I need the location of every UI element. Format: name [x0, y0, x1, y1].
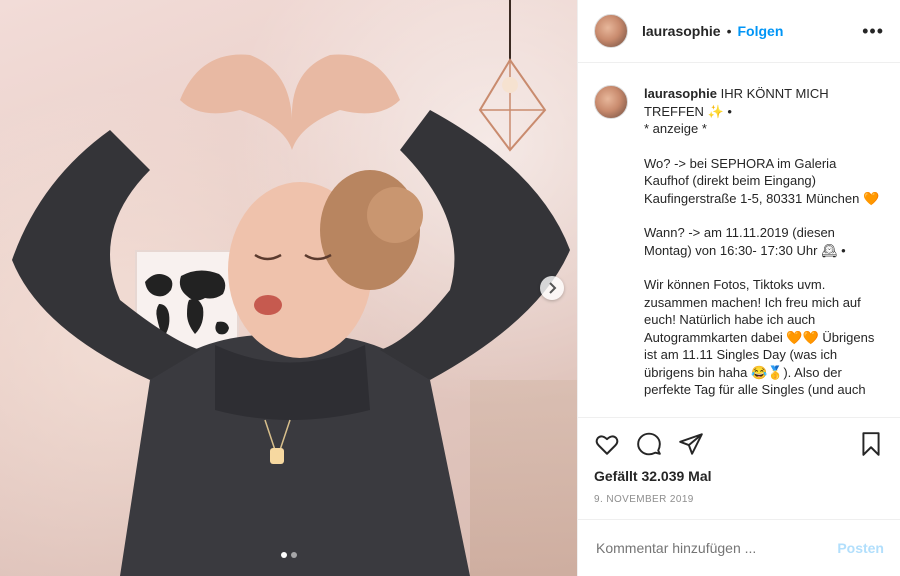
- caption-text: laurasophie IHR KÖNNT MICH TREFFEN ✨ • *…: [644, 85, 884, 399]
- comment-icon[interactable]: [636, 431, 662, 457]
- carousel-dot: [281, 552, 287, 558]
- follow-button[interactable]: Folgen: [738, 23, 784, 39]
- likes-count[interactable]: Gefällt 32.039 Mal: [594, 468, 884, 484]
- avatar[interactable]: [594, 85, 628, 119]
- post-header: laurasophie • Folgen •••: [578, 0, 900, 63]
- bookmark-icon[interactable]: [858, 431, 884, 457]
- post-date: 9. November 2019: [594, 494, 694, 505]
- caption-username[interactable]: laurasophie: [644, 86, 717, 101]
- post-view: laurasophie • Folgen ••• laurasophie IHR…: [0, 0, 900, 576]
- caption-line: Wann? -> am 11.11.2019 (diesen Montag) v…: [644, 225, 846, 258]
- share-icon[interactable]: [678, 431, 704, 457]
- caption-line: Wo? -> bei SEPHORA im Galeria Kaufhof (d…: [644, 155, 880, 206]
- post-actions: Gefällt 32.039 Mal 9. November 2019: [578, 417, 900, 505]
- post-comment-button[interactable]: Posten: [837, 540, 884, 556]
- comment-input[interactable]: [594, 539, 838, 557]
- avatar[interactable]: [594, 14, 628, 48]
- caption: laurasophie IHR KÖNNT MICH TREFFEN ✨ • *…: [594, 85, 884, 399]
- person-illustration: [12, 54, 570, 576]
- carousel-dot: [291, 552, 297, 558]
- scroll-fade: [578, 399, 900, 417]
- username-link[interactable]: laurasophie: [642, 23, 721, 39]
- add-comment-bar: Posten: [578, 519, 900, 576]
- action-icons: [594, 424, 884, 464]
- comments-area[interactable]: laurasophie IHR KÖNNT MICH TREFFEN ✨ • *…: [578, 63, 900, 417]
- heart-icon[interactable]: [594, 431, 620, 457]
- separator: •: [726, 23, 732, 39]
- more-options-icon[interactable]: •••: [862, 21, 884, 42]
- next-slide-button[interactable]: [540, 276, 564, 300]
- carousel-indicator: [0, 552, 577, 558]
- post-sidebar: laurasophie • Folgen ••• laurasophie IHR…: [577, 0, 900, 576]
- caption-line: Wir können Fotos, Tiktoks uvm. zusammen …: [644, 277, 875, 397]
- caption-line: * anzeige *: [644, 121, 707, 136]
- post-photo[interactable]: [0, 0, 577, 576]
- chevron-right-icon: [549, 282, 557, 294]
